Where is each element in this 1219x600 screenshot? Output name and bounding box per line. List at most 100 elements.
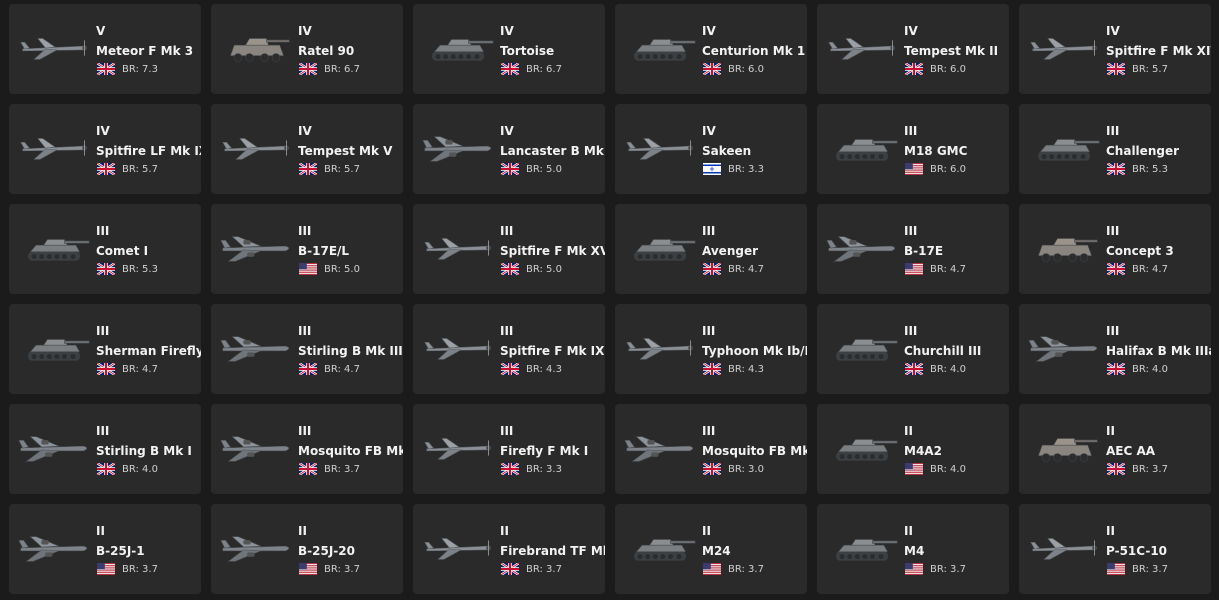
vehicle-card[interactable]: IV Centurion Mk 1 BR: 6.0 [615, 4, 807, 94]
vehicle-card[interactable]: IV Sakeen BR: 3.3 [615, 104, 807, 194]
vehicle-name: Meteor F Mk 3 [96, 44, 194, 58]
vehicle-card[interactable]: III Spitfire F Mk IX BR: 4.3 [413, 304, 605, 394]
vehicle-card[interactable]: III Firefly F Mk I BR: 3.3 [413, 404, 605, 494]
vehicle-name: Spitfire LF Mk IX [96, 144, 201, 158]
bomber-plane-icon [825, 230, 901, 266]
tank-icon [825, 130, 901, 166]
vehicle-meta: BR: 6.7 [501, 63, 562, 75]
vehicle-card[interactable]: III Comet I BR: 5.3 [9, 204, 201, 294]
vehicle-card[interactable]: III Spitfire F Mk XVI BR: 5.0 [413, 204, 605, 294]
uk-flag-icon [905, 363, 923, 375]
vehicle-meta: BR: 5.3 [1107, 163, 1168, 175]
vehicle-card[interactable]: III Halifax B Mk IIIa BR: 4.0 [1019, 304, 1211, 394]
tank-icon [17, 230, 93, 266]
vehicle-name: Sherman Firefly [96, 344, 201, 358]
battle-rating: BR: 4.7 [930, 263, 966, 275]
vehicle-card[interactable]: III Sherman Firefly BR: 4.7 [9, 304, 201, 394]
vehicle-tier: III [904, 224, 918, 238]
vehicle-card[interactable]: III Stirling B Mk III BR: 4.7 [211, 304, 403, 394]
vehicle-card[interactable]: II M4 BR: 3.7 [817, 504, 1009, 594]
vehicle-tier: III [1106, 224, 1120, 238]
vehicle-meta: BR: 3.7 [1107, 563, 1168, 575]
vehicle-card[interactable]: III Mosquito FB Mk X BR: 3.0 [615, 404, 807, 494]
vehicle-card[interactable]: V Meteor F Mk 3 BR: 7.3 [9, 4, 201, 94]
vehicle-tier: IV [702, 124, 716, 138]
vehicle-card[interactable]: IV Tempest Mk II BR: 6.0 [817, 4, 1009, 94]
vehicle-card[interactable]: IV Ratel 90 BR: 6.7 [211, 4, 403, 94]
uk-flag-icon [1107, 463, 1125, 475]
vehicle-card[interactable]: III Stirling B Mk I BR: 4.0 [9, 404, 201, 494]
battle-rating: BR: 4.3 [526, 363, 562, 375]
fighter-plane-icon [421, 530, 497, 566]
vehicle-meta: BR: 6.0 [905, 63, 966, 75]
armored-car-icon [1027, 430, 1103, 466]
israel-flag-icon [703, 163, 721, 175]
battle-rating: BR: 3.3 [728, 163, 764, 175]
vehicle-card[interactable]: IV Tortoise BR: 6.7 [413, 4, 605, 94]
vehicle-card[interactable]: III Churchill III BR: 4.0 [817, 304, 1009, 394]
uk-flag-icon [703, 263, 721, 275]
battle-rating: BR: 5.7 [122, 163, 158, 175]
vehicle-tier: III [298, 224, 312, 238]
vehicle-card[interactable]: II M24 BR: 3.7 [615, 504, 807, 594]
vehicle-card[interactable]: III B-17E/L BR: 5.0 [211, 204, 403, 294]
vehicle-name: B-25J-20 [298, 544, 355, 558]
vehicle-card[interactable]: III Challenger BR: 5.3 [1019, 104, 1211, 194]
battle-rating: BR: 4.3 [728, 363, 764, 375]
vehicle-meta: BR: 5.7 [1107, 63, 1168, 75]
vehicle-meta: BR: 6.7 [299, 63, 360, 75]
vehicle-card[interactable]: II AEC AA BR: 3.7 [1019, 404, 1211, 494]
vehicle-card[interactable]: IV Spitfire F Mk XIVe BR: 5.7 [1019, 4, 1211, 94]
vehicle-card[interactable]: III M18 GMC BR: 6.0 [817, 104, 1009, 194]
us-flag-icon [905, 263, 923, 275]
vehicle-tier: III [500, 224, 514, 238]
vehicle-tier: IV [96, 124, 110, 138]
vehicle-card[interactable]: III Avenger BR: 4.7 [615, 204, 807, 294]
vehicle-card[interactable]: II B-25J-20 BR: 3.7 [211, 504, 403, 594]
vehicle-card[interactable]: III B-17E BR: 4.7 [817, 204, 1009, 294]
vehicle-name: Lancaster B Mk I [500, 144, 605, 158]
vehicle-name: Avenger [702, 244, 759, 258]
vehicle-meta: BR: 6.0 [703, 63, 764, 75]
vehicle-meta: BR: 4.7 [97, 363, 158, 375]
vehicle-tier: III [96, 224, 110, 238]
vehicle-meta: BR: 5.7 [97, 163, 158, 175]
uk-flag-icon [703, 63, 721, 75]
battle-rating: BR: 5.3 [122, 263, 158, 275]
vehicle-name: Spitfire F Mk IX [500, 344, 605, 358]
vehicle-meta: BR: 4.3 [703, 363, 764, 375]
battle-rating: BR: 3.7 [324, 563, 360, 575]
vehicle-card[interactable]: IV Tempest Mk V BR: 5.7 [211, 104, 403, 194]
vehicle-card[interactable]: IV Lancaster B Mk I BR: 5.0 [413, 104, 605, 194]
uk-flag-icon [1107, 63, 1125, 75]
uk-flag-icon [501, 63, 519, 75]
vehicle-card[interactable]: II Firebrand TF Mk IV BR: 3.7 [413, 504, 605, 594]
vehicle-name: Sakeen [702, 144, 752, 158]
us-flag-icon [905, 463, 923, 475]
vehicle-tier: III [298, 424, 312, 438]
vehicle-card[interactable]: III Mosquito FB Mk V BR: 3.7 [211, 404, 403, 494]
battle-rating: BR: 3.7 [526, 563, 562, 575]
battle-rating: BR: 5.0 [526, 163, 562, 175]
vehicle-name: Tortoise [500, 44, 555, 58]
battle-rating: BR: 4.0 [1132, 363, 1168, 375]
vehicle-card[interactable]: II B-25J-1 BR: 3.7 [9, 504, 201, 594]
tank-icon [623, 530, 699, 566]
vehicle-card[interactable]: II M4A2 BR: 4.0 [817, 404, 1009, 494]
vehicle-tier: II [702, 524, 711, 538]
battle-rating: BR: 6.0 [930, 63, 966, 75]
vehicle-meta: BR: 4.0 [97, 463, 158, 475]
vehicle-name: Firebrand TF Mk IV [500, 544, 605, 558]
uk-flag-icon [97, 463, 115, 475]
vehicle-card[interactable]: II P-51C-10 BR: 3.7 [1019, 504, 1211, 594]
vehicle-card[interactable]: III Concept 3 BR: 4.7 [1019, 204, 1211, 294]
vehicle-name: Spitfire F Mk XVI [500, 244, 605, 258]
vehicle-name: Challenger [1106, 144, 1180, 158]
vehicle-card[interactable]: IV Spitfire LF Mk IX BR: 5.7 [9, 104, 201, 194]
battle-rating: BR: 3.7 [1132, 463, 1168, 475]
twin-engine-plane-icon [219, 430, 295, 466]
vehicle-card[interactable]: III Typhoon Mk Ib/L BR: 4.3 [615, 304, 807, 394]
vehicle-meta: BR: 4.7 [1107, 263, 1168, 275]
tank-icon [17, 330, 93, 366]
vehicle-name: B-25J-1 [96, 544, 145, 558]
